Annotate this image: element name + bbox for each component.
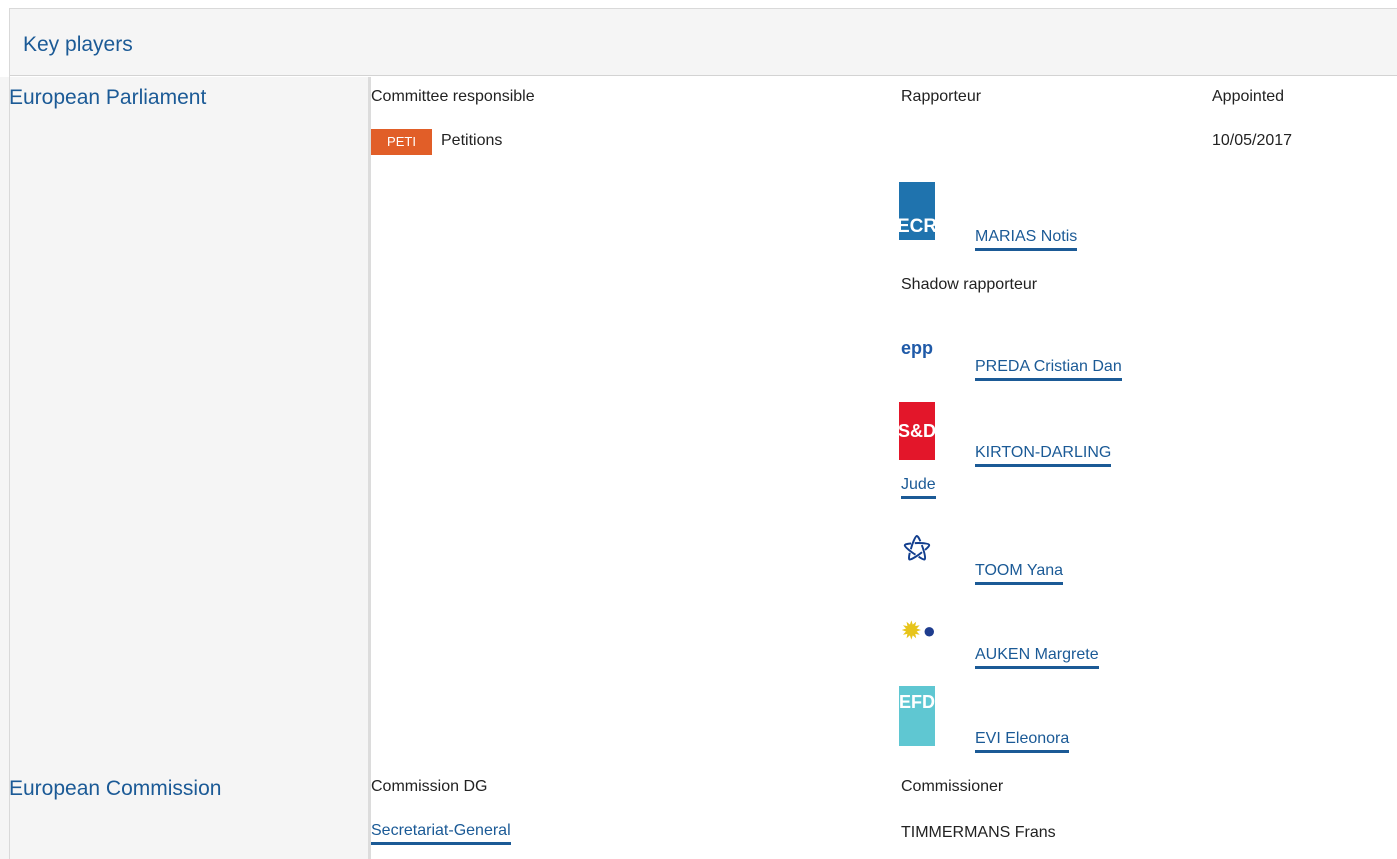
epp-group-icon: epp xyxy=(899,322,935,374)
gue-ngl-group-icon: ⚝ xyxy=(899,516,935,578)
sd-group-label: S&D xyxy=(898,420,937,441)
appointed-header: Appointed xyxy=(1212,88,1285,105)
commission-dg-link[interactable]: Secretariat-General xyxy=(371,822,511,845)
key-players-header: Key players xyxy=(10,9,1397,76)
parliament-title: European Parliament xyxy=(9,86,207,109)
committee-name: Petitions xyxy=(441,132,503,149)
commissioner-name: TIMMERMANS Frans xyxy=(901,824,1056,841)
shadow-rapporteur-header: Shadow rapporteur xyxy=(901,276,1038,293)
commission-title: European Commission xyxy=(9,777,222,800)
shadow-rapporteur-link[interactable]: TOOM Yana xyxy=(975,562,1064,585)
shadow-rapporteur-link[interactable]: PREDA Cristian Dan xyxy=(975,358,1122,381)
ecr-group-label: ECR xyxy=(896,216,938,237)
ecr-group-icon: ECR xyxy=(896,182,938,240)
commissioner-header: Commissioner xyxy=(901,778,1004,795)
shadow-rapporteur-link[interactable]: AUKEN Margrete xyxy=(975,646,1099,669)
greens-efa-group-icon: ✹ ● xyxy=(899,614,939,648)
shadow-rapporteur-link[interactable]: EVI Eleonora xyxy=(975,730,1070,753)
rapporteur-header: Rapporteur xyxy=(901,88,982,105)
efd-group-icon: EFD xyxy=(899,686,935,746)
shadow-rapporteur-link[interactable]: KIRTON-DARLING xyxy=(975,444,1112,467)
commission-dg-header: Commission DG xyxy=(371,778,488,795)
committee-badge: PETI xyxy=(371,129,432,155)
appointed-date: 10/05/2017 xyxy=(1212,132,1293,149)
shadow-rapporteur-link-cont[interactable]: Jude xyxy=(901,476,936,499)
key-players-frame xyxy=(9,8,1397,859)
sd-group-icon: S&D xyxy=(898,402,937,460)
epp-group-label: epp xyxy=(900,337,933,358)
key-players-title: Key players xyxy=(23,33,133,56)
rapporteur-link[interactable]: MARIAS Notis xyxy=(975,228,1078,251)
efd-group-label: EFD xyxy=(899,692,935,712)
committee-responsible-header: Committee responsible xyxy=(371,88,535,105)
